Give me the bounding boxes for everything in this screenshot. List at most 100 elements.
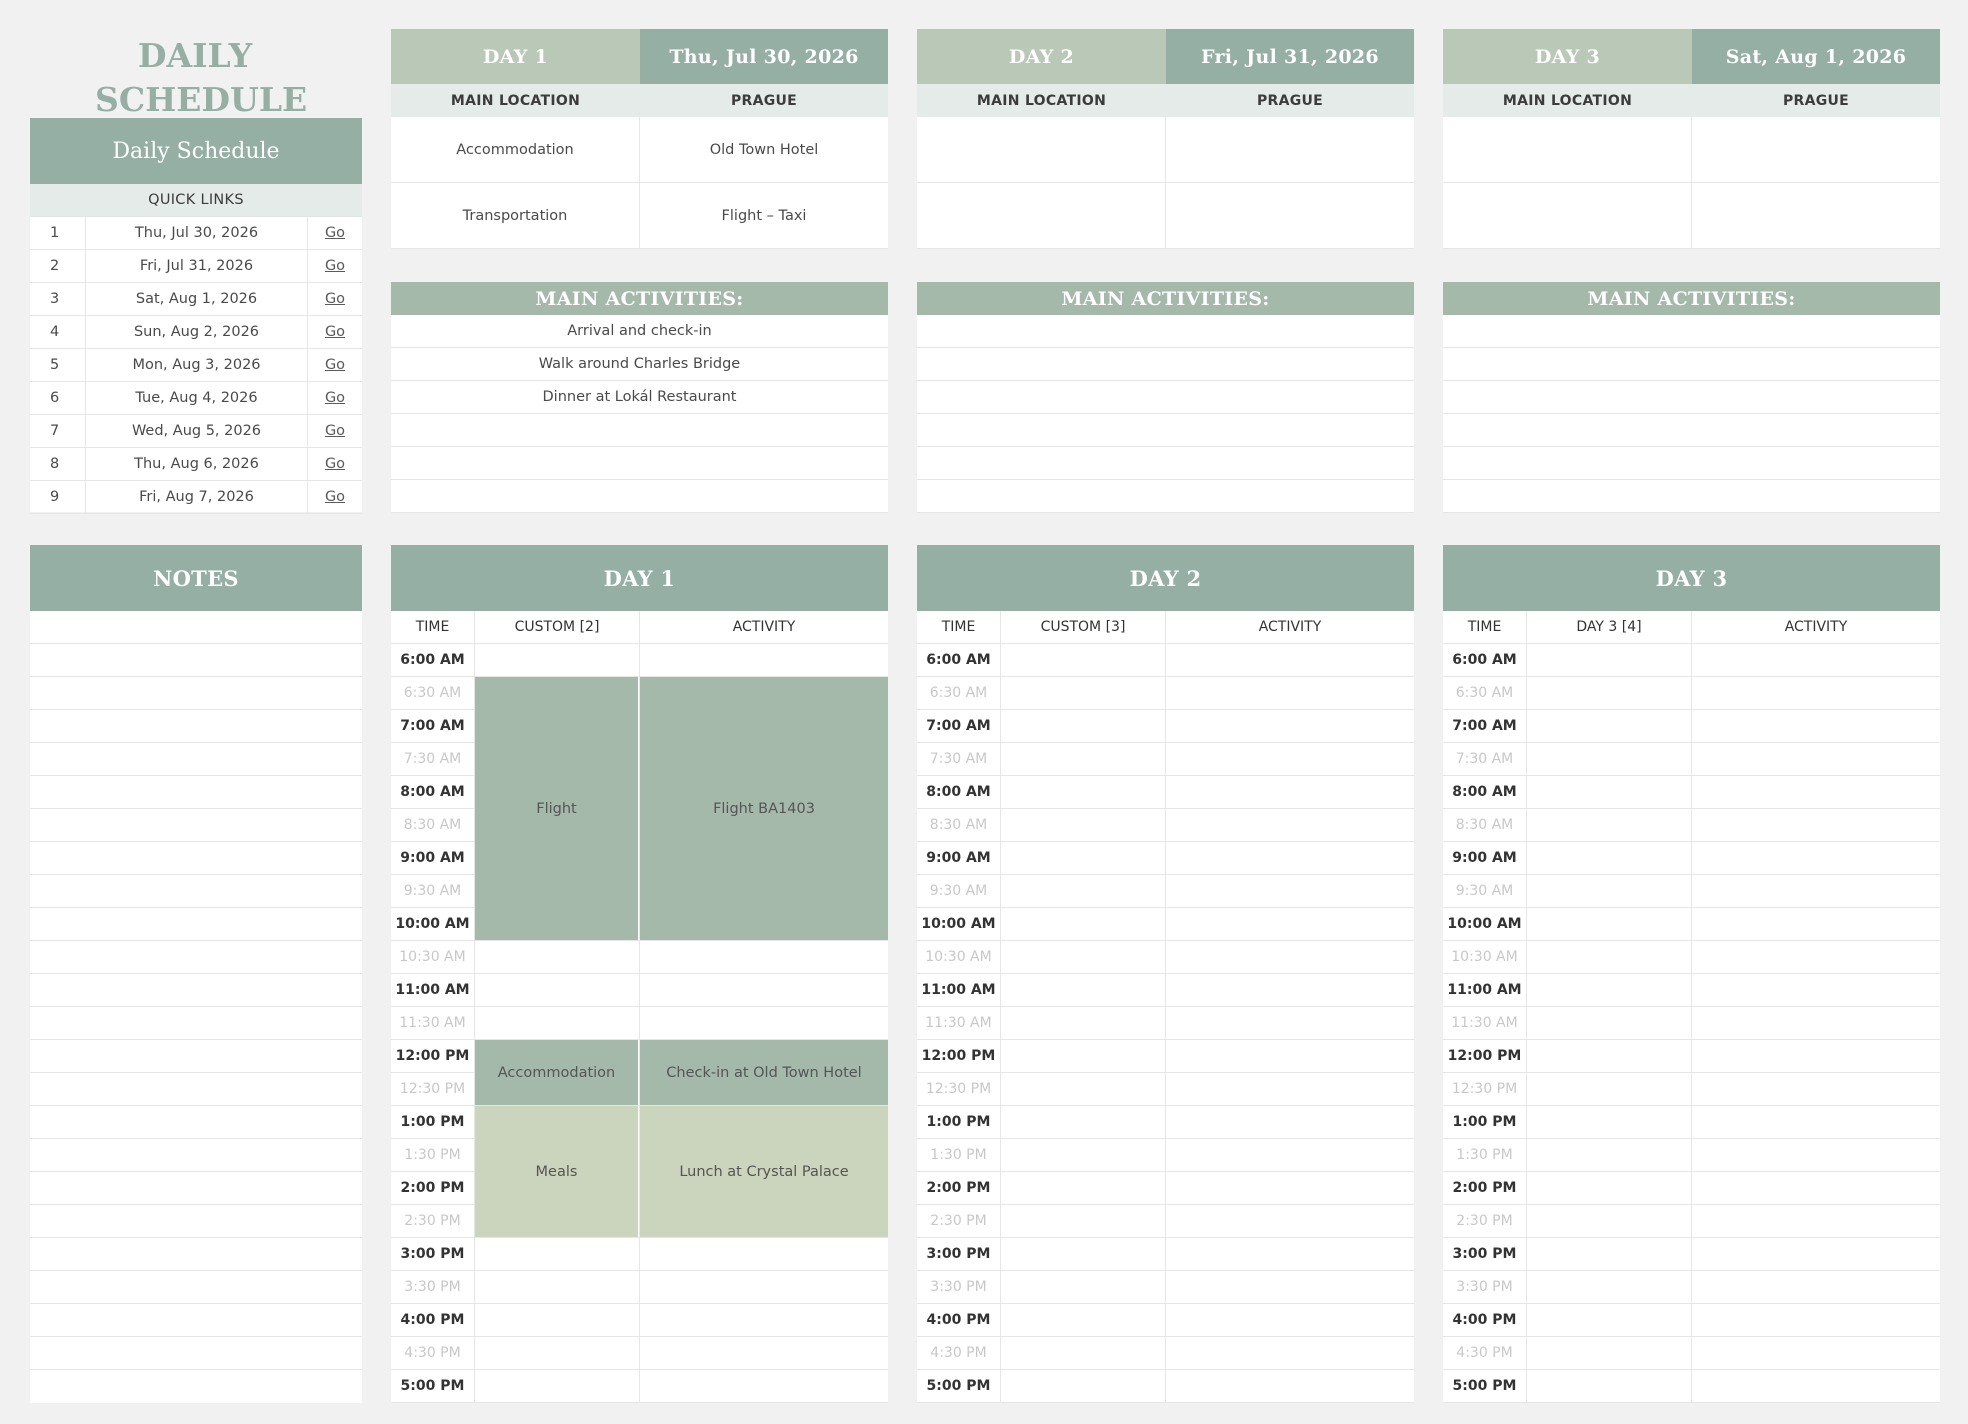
- activity-item[interactable]: [917, 381, 1414, 414]
- custom-slot[interactable]: [1527, 974, 1692, 1006]
- activity-slot[interactable]: [640, 1304, 888, 1336]
- custom-slot[interactable]: [475, 974, 640, 1006]
- notes-line[interactable]: [30, 1271, 362, 1304]
- activity-slot[interactable]: [1166, 1337, 1414, 1369]
- custom-slot[interactable]: [1527, 644, 1692, 676]
- activity-slot[interactable]: [1692, 1238, 1940, 1270]
- activity-slot[interactable]: [1166, 908, 1414, 940]
- activity-slot[interactable]: [1692, 941, 1940, 973]
- activity-slot[interactable]: [1166, 1007, 1414, 1039]
- info-value[interactable]: [1692, 117, 1940, 182]
- notes-line[interactable]: [30, 842, 362, 875]
- custom-slot[interactable]: [1527, 677, 1692, 709]
- custom-slot[interactable]: [1527, 842, 1692, 874]
- notes-line[interactable]: [30, 644, 362, 677]
- custom-slot[interactable]: [1527, 1172, 1692, 1204]
- activity-slot[interactable]: [1692, 776, 1940, 808]
- go-link[interactable]: Go: [325, 489, 345, 505]
- custom-slot[interactable]: [475, 1007, 640, 1039]
- custom-slot[interactable]: [1001, 842, 1166, 874]
- notes-line[interactable]: [30, 1106, 362, 1139]
- activity-slot[interactable]: [1166, 1304, 1414, 1336]
- custom-slot[interactable]: [1527, 809, 1692, 841]
- go-link[interactable]: Go: [325, 324, 345, 340]
- info-label[interactable]: [1443, 183, 1692, 248]
- notes-line[interactable]: [30, 1205, 362, 1238]
- activity-slot[interactable]: [1692, 743, 1940, 775]
- activity-slot[interactable]: [1692, 710, 1940, 742]
- activity-item[interactable]: [1443, 414, 1940, 447]
- activity-slot[interactable]: [1692, 1205, 1940, 1237]
- activity-slot[interactable]: [640, 1271, 888, 1303]
- activity-slot[interactable]: [640, 644, 888, 676]
- activity-item[interactable]: [917, 414, 1414, 447]
- activity-slot[interactable]: [1166, 1271, 1414, 1303]
- activity-item[interactable]: [917, 447, 1414, 480]
- custom-slot[interactable]: [475, 1271, 640, 1303]
- custom-slot[interactable]: [1001, 1172, 1166, 1204]
- go-link[interactable]: Go: [325, 423, 345, 439]
- info-label[interactable]: [1443, 117, 1692, 182]
- activity-slot[interactable]: [1166, 809, 1414, 841]
- custom-slot[interactable]: [1527, 1238, 1692, 1270]
- custom-slot[interactable]: [1001, 1370, 1166, 1402]
- info-value[interactable]: Old Town Hotel: [640, 117, 888, 182]
- activity-slot[interactable]: [640, 1007, 888, 1039]
- activity-slot[interactable]: [1692, 1073, 1940, 1105]
- notes-line[interactable]: [30, 611, 362, 644]
- event-activity-cell[interactable]: Lunch at Crystal Palace: [640, 1106, 888, 1237]
- custom-slot[interactable]: [1001, 743, 1166, 775]
- custom-slot[interactable]: [1527, 743, 1692, 775]
- activity-slot[interactable]: [1166, 1106, 1414, 1138]
- custom-slot[interactable]: [1001, 1271, 1166, 1303]
- notes-line[interactable]: [30, 710, 362, 743]
- activity-slot[interactable]: [1692, 908, 1940, 940]
- custom-slot[interactable]: [475, 941, 640, 973]
- activity-slot[interactable]: [1166, 776, 1414, 808]
- event-activity-cell[interactable]: Check-in at Old Town Hotel: [640, 1040, 888, 1105]
- activity-slot[interactable]: [1692, 677, 1940, 709]
- custom-slot[interactable]: [1527, 908, 1692, 940]
- custom-slot[interactable]: [1527, 1337, 1692, 1369]
- notes-line[interactable]: [30, 908, 362, 941]
- custom-slot[interactable]: [1001, 1040, 1166, 1072]
- activity-slot[interactable]: [1692, 875, 1940, 907]
- custom-slot[interactable]: [1001, 875, 1166, 907]
- activity-slot[interactable]: [1692, 1370, 1940, 1402]
- notes-line[interactable]: [30, 776, 362, 809]
- custom-slot[interactable]: [475, 1304, 640, 1336]
- info-label[interactable]: [917, 117, 1166, 182]
- activity-slot[interactable]: [640, 974, 888, 1006]
- custom-slot[interactable]: [1527, 1139, 1692, 1171]
- activity-slot[interactable]: [1692, 1304, 1940, 1336]
- activity-slot[interactable]: [1166, 1238, 1414, 1270]
- activity-slot[interactable]: [1166, 644, 1414, 676]
- activity-slot[interactable]: [1166, 1139, 1414, 1171]
- notes-line[interactable]: [30, 974, 362, 1007]
- notes-line[interactable]: [30, 743, 362, 776]
- custom-slot[interactable]: [475, 644, 640, 676]
- notes-line[interactable]: [30, 875, 362, 908]
- activity-item[interactable]: [917, 348, 1414, 381]
- activity-slot[interactable]: [1692, 974, 1940, 1006]
- activity-item[interactable]: [1443, 480, 1940, 513]
- custom-slot[interactable]: [1001, 1205, 1166, 1237]
- custom-slot[interactable]: [1001, 1304, 1166, 1336]
- go-link[interactable]: Go: [325, 291, 345, 307]
- notes-line[interactable]: [30, 1040, 362, 1073]
- activity-slot[interactable]: [1166, 1073, 1414, 1105]
- activity-slot[interactable]: [640, 1370, 888, 1402]
- activity-slot[interactable]: [1166, 677, 1414, 709]
- activity-slot[interactable]: [1166, 710, 1414, 742]
- custom-slot[interactable]: [1001, 776, 1166, 808]
- notes-line[interactable]: [30, 941, 362, 974]
- notes-line[interactable]: [30, 1073, 362, 1106]
- custom-slot[interactable]: [1001, 1106, 1166, 1138]
- custom-slot[interactable]: [1527, 875, 1692, 907]
- activity-item[interactable]: [917, 315, 1414, 348]
- custom-slot[interactable]: [1001, 941, 1166, 973]
- activity-slot[interactable]: [1692, 1040, 1940, 1072]
- main-location-value[interactable]: PRAGUE: [1692, 84, 1940, 117]
- custom-slot[interactable]: [1527, 1106, 1692, 1138]
- activity-slot[interactable]: [1166, 1205, 1414, 1237]
